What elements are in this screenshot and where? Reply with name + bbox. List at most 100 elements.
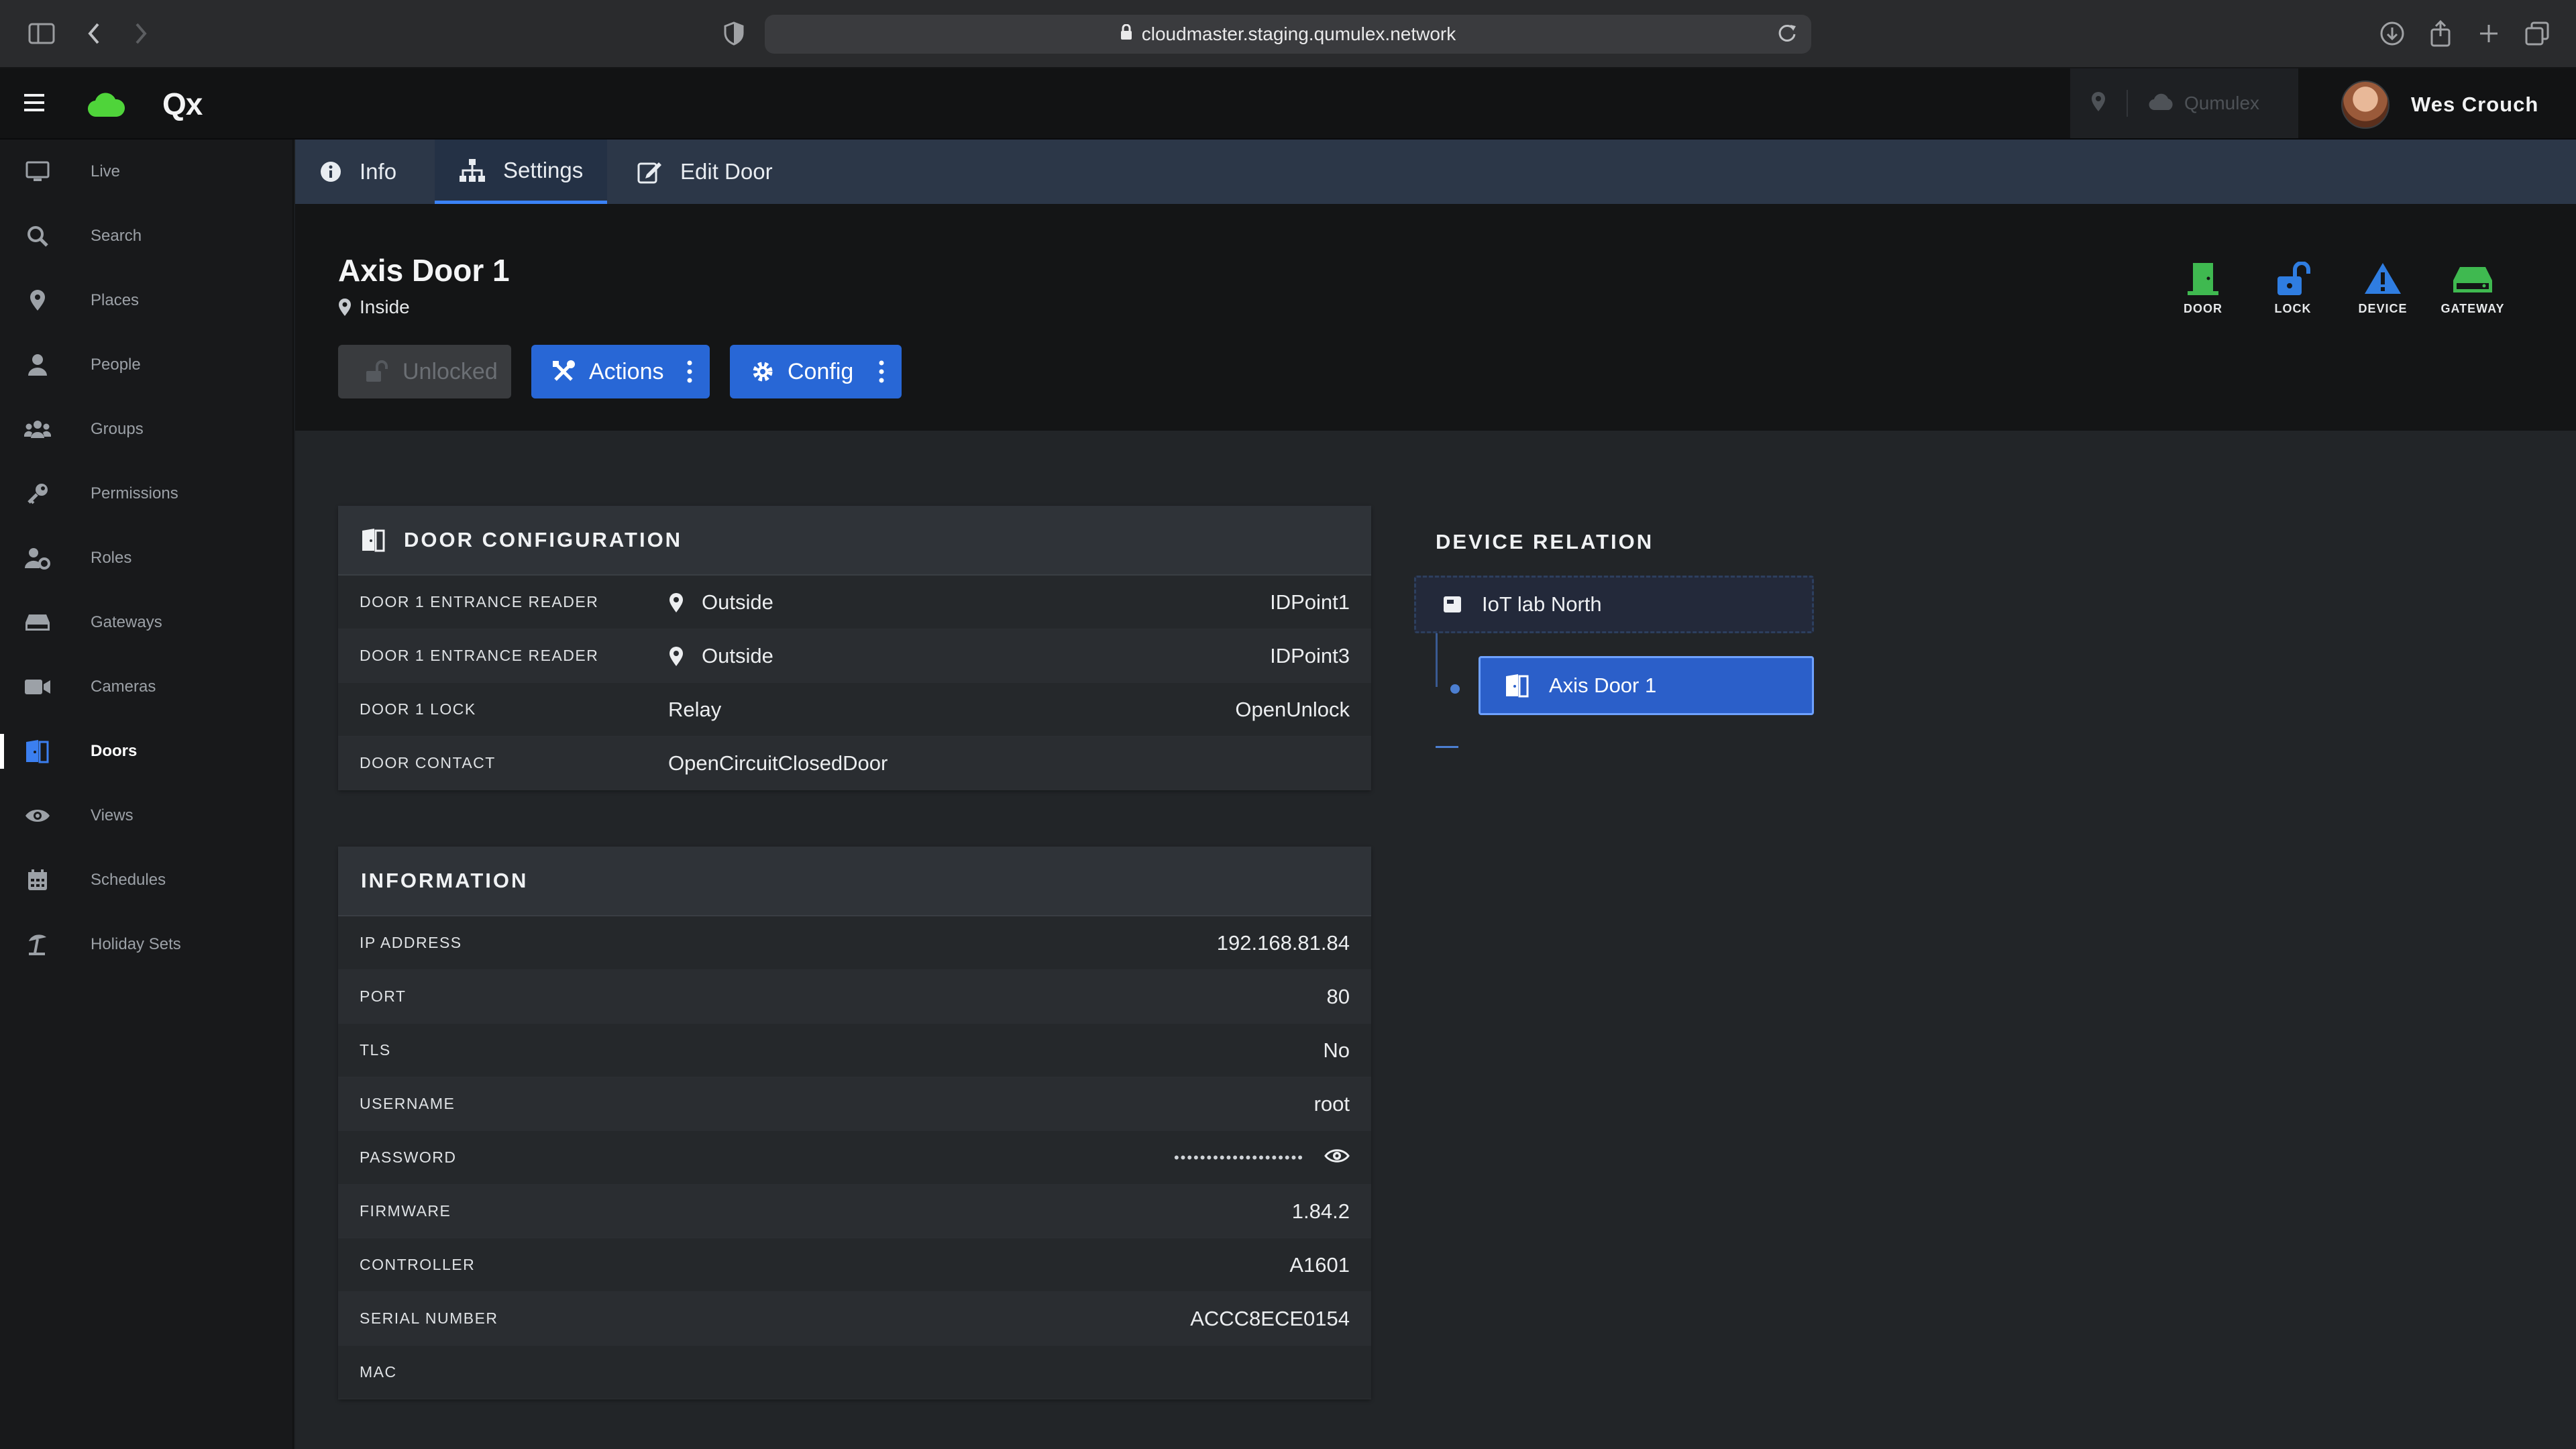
table-row[interactable]: PASSWORD •••••••••••••••••••• bbox=[338, 1131, 1371, 1185]
row-label: FIRMWARE bbox=[360, 1202, 451, 1220]
download-icon[interactable] bbox=[2375, 16, 2410, 51]
brand-logo[interactable]: Qx bbox=[162, 86, 203, 122]
table-row[interactable]: IP ADDRESS 192.168.81.84 bbox=[338, 916, 1371, 970]
sidebar-item-roles[interactable]: Roles bbox=[0, 526, 294, 590]
share-icon[interactable] bbox=[2423, 16, 2458, 51]
cloud-logo-icon[interactable] bbox=[87, 91, 125, 121]
sidebar-item-cameras[interactable]: Cameras bbox=[0, 655, 294, 719]
sidebar-item-label: Places bbox=[91, 291, 140, 309]
sidebar: Live Search Places People Groups Permiss… bbox=[0, 140, 294, 1449]
sidebar-item-live[interactable]: Live bbox=[0, 140, 294, 204]
new-tab-icon[interactable] bbox=[2471, 16, 2506, 51]
browser-toolbar: cloudmaster.staging.qumulex.network bbox=[0, 0, 2576, 68]
sidebar-item-doors[interactable]: Doors bbox=[0, 719, 294, 784]
info-circle-icon bbox=[319, 160, 342, 183]
table-row[interactable]: DOOR 1 ENTRANCE READER Outside IDPoint1 bbox=[338, 576, 1371, 629]
sidebar-item-gateways[interactable]: Gateways bbox=[0, 590, 294, 655]
sidebar-item-schedules[interactable]: Schedules bbox=[0, 848, 294, 912]
table-row[interactable]: CONTROLLER A1601 bbox=[338, 1238, 1371, 1292]
table-row[interactable]: FIRMWARE 1.84.2 bbox=[338, 1185, 1371, 1238]
door-configuration-card: DOOR CONFIGURATION DOOR 1 ENTRANCE READE… bbox=[338, 506, 1371, 790]
cloud-icon bbox=[2148, 93, 2175, 115]
table-row[interactable]: MAC bbox=[338, 1346, 1371, 1399]
forward-icon[interactable] bbox=[123, 16, 158, 51]
door-icon bbox=[1506, 674, 1529, 698]
sidebar-item-label: Schedules bbox=[91, 871, 166, 889]
config-button[interactable]: Config bbox=[730, 345, 902, 398]
map-pin-icon bbox=[339, 299, 351, 316]
more-vertical-icon bbox=[879, 360, 884, 390]
tabs-overview-icon[interactable] bbox=[2520, 16, 2555, 51]
sidebar-item-label: Holiday Sets bbox=[91, 935, 181, 953]
row-mid-value: Outside bbox=[702, 643, 773, 667]
sidebar-item-label: Live bbox=[91, 162, 121, 180]
relation-node-dot bbox=[1450, 684, 1460, 694]
video-camera-icon bbox=[24, 674, 51, 700]
sidebar-item-label: Cameras bbox=[91, 678, 156, 696]
table-row[interactable]: PORT 80 bbox=[338, 970, 1371, 1024]
table-row[interactable]: DOOR 1 LOCK Relay OpenUnlock bbox=[338, 683, 1371, 737]
tab-settings[interactable]: Settings bbox=[435, 140, 608, 204]
sidebar-item-people[interactable]: People bbox=[0, 333, 294, 397]
unlocked-button[interactable]: Unlocked bbox=[338, 345, 511, 398]
table-row[interactable]: TLS No bbox=[338, 1024, 1371, 1077]
warning-device-icon bbox=[2365, 263, 2401, 294]
back-icon[interactable] bbox=[76, 16, 111, 51]
tab-info[interactable]: Info bbox=[295, 140, 421, 204]
row-value: 80 bbox=[1326, 984, 1350, 1008]
unlocked-label: Unlocked bbox=[402, 358, 498, 384]
sidebar-item-search[interactable]: Search bbox=[0, 204, 294, 268]
tools-icon bbox=[551, 360, 576, 384]
row-value: ACCC8ECE0154 bbox=[1190, 1306, 1350, 1330]
table-row[interactable]: DOOR 1 ENTRANCE READER Outside IDPoint3 bbox=[338, 629, 1371, 683]
avatar[interactable] bbox=[2341, 80, 2390, 129]
address-bar[interactable]: cloudmaster.staging.qumulex.network bbox=[765, 15, 1811, 54]
row-mid-value: Relay bbox=[668, 697, 722, 721]
gateway-type-indicator[interactable]: GATEWAY bbox=[2432, 262, 2513, 316]
eye-icon[interactable] bbox=[1324, 1146, 1350, 1170]
sidebar-item-places[interactable]: Places bbox=[0, 268, 294, 333]
row-label: CONTROLLER bbox=[360, 1256, 476, 1273]
user-name[interactable]: Wes Crouch bbox=[2411, 93, 2538, 117]
sitemap-icon bbox=[459, 158, 486, 182]
password-value: •••••••••••••••••••• bbox=[1174, 1146, 1350, 1170]
relation-parent-node[interactable]: IoT lab North bbox=[1414, 576, 1814, 633]
menu-icon[interactable] bbox=[23, 93, 46, 116]
sidebar-item-label: Groups bbox=[91, 420, 144, 438]
sidebar-item-holiday-sets[interactable]: Holiday Sets bbox=[0, 912, 294, 977]
device-box-icon bbox=[1444, 596, 1461, 612]
device-type-indicator[interactable]: DEVICE bbox=[2343, 262, 2423, 316]
device-relation-title: DEVICE RELATION bbox=[1436, 530, 1654, 553]
lock-icon bbox=[1120, 23, 1132, 45]
sidebar-toggle-icon[interactable] bbox=[24, 16, 59, 51]
reload-icon[interactable] bbox=[1775, 21, 1799, 50]
lock-type-indicator[interactable]: LOCK bbox=[2253, 262, 2333, 316]
sidebar-item-permissions[interactable]: Permissions bbox=[0, 462, 294, 526]
shield-icon[interactable] bbox=[716, 16, 751, 51]
card-title: INFORMATION bbox=[361, 869, 529, 892]
sidebar-item-label: Views bbox=[91, 806, 133, 824]
person-icon bbox=[24, 352, 51, 378]
config-label: Config bbox=[788, 358, 854, 384]
collapse-icon[interactable] bbox=[1436, 746, 1458, 748]
row-label: IP ADDRESS bbox=[360, 934, 462, 951]
sidebar-item-views[interactable]: Views bbox=[0, 784, 294, 848]
row-label: MAC bbox=[360, 1363, 397, 1381]
door-type-label: DOOR bbox=[2184, 302, 2222, 315]
actions-button[interactable]: Actions bbox=[531, 345, 710, 398]
sidebar-item-label: Search bbox=[91, 227, 142, 245]
card-title: DOOR CONFIGURATION bbox=[404, 528, 683, 551]
table-row[interactable]: SERIAL NUMBER ACCC8ECE0154 bbox=[338, 1292, 1371, 1346]
row-label: DOOR 1 LOCK bbox=[360, 700, 476, 718]
site-selector[interactable]: Qumulex bbox=[2070, 68, 2298, 138]
row-mid-value: OpenCircuitClosedDoor bbox=[668, 751, 888, 775]
row-mid-value: Outside bbox=[702, 590, 773, 614]
relation-child-node[interactable]: Axis Door 1 bbox=[1479, 656, 1814, 715]
door-type-indicator[interactable]: DOOR bbox=[2163, 262, 2243, 316]
tab-edit-door[interactable]: Edit Door bbox=[613, 140, 797, 204]
table-row[interactable]: DOOR CONTACT OpenCircuitClosedDoor bbox=[338, 737, 1371, 790]
row-value: No bbox=[1323, 1038, 1350, 1062]
table-row[interactable]: USERNAME root bbox=[338, 1077, 1371, 1131]
sidebar-item-groups[interactable]: Groups bbox=[0, 397, 294, 462]
row-label: PASSWORD bbox=[360, 1148, 457, 1166]
